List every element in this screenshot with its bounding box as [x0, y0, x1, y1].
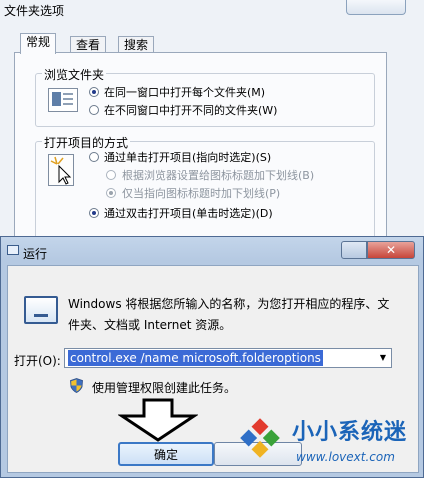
window-icon: [48, 88, 78, 112]
option-double-click-label: 通过双击打开项目(单击时选定)(D): [104, 207, 273, 220]
option-single-click-label: 通过单击打开项目(指向时选定)(S): [104, 151, 272, 164]
option-new-window-label: 在不同窗口中打开不同的文件夹(W): [104, 104, 278, 117]
close-icon: ✕: [385, 243, 397, 257]
ok-button[interactable]: 确定: [118, 442, 214, 466]
command-input[interactable]: control.exe /name microsoft.folderoption…: [68, 350, 323, 366]
tab-general[interactable]: 常规: [20, 33, 57, 54]
minimize-button[interactable]: [341, 241, 367, 259]
radio-underline-point[interactable]: [106, 188, 116, 198]
close-button[interactable]: [346, 0, 406, 15]
folder-options-title: 文件夹选项: [4, 4, 65, 18]
watermark-text: 小小系统迷: [292, 420, 408, 445]
run-icon: [24, 296, 58, 324]
tab-view[interactable]: 查看: [70, 36, 107, 53]
option-underline-browser-label: 根据浏览器设置给图标标题加下划线(B): [122, 169, 315, 182]
option-underline-point-label: 仅当指向图标标题时加下划线(P): [122, 187, 281, 200]
browse-folders-group: 浏览文件夹 在同一窗口中打开每个文件夹(M) 在不同窗口中打开不同的文件夹(W): [35, 66, 375, 127]
down-arrow-annotation-icon: [118, 398, 198, 442]
watermark-url: www.lovext.com: [296, 450, 395, 464]
chevron-down-icon[interactable]: ▼: [375, 349, 391, 367]
command-combobox[interactable]: control.exe /name microsoft.folderoption…: [64, 348, 392, 368]
admin-note: 使用管理权限创建此任务。: [92, 381, 237, 395]
tab-panel-general: 浏览文件夹 在同一窗口中打开每个文件夹(M) 在不同窗口中打开不同的文件夹(W)…: [14, 52, 387, 252]
option-same-window-label: 在同一窗口中打开每个文件夹(M): [104, 86, 266, 99]
radio-double-click[interactable]: [89, 208, 99, 218]
close-button[interactable]: ✕: [367, 241, 415, 259]
open-items-group: 打开项目的方式 通过单击打开项目(指向时选定)(S) 根据浏览器设置给图标标题加…: [35, 134, 375, 239]
radio-underline-browser[interactable]: [106, 170, 116, 180]
watermark: 小小系统迷 www.lovext.com: [232, 408, 422, 476]
open-label: 打开(O):: [14, 354, 61, 368]
radio-new-window[interactable]: [89, 105, 99, 115]
run-description: Windows 将根据您所输入的名称，为您打开相应的程序、文件夹、文档或 Int…: [68, 297, 390, 332]
tab-search[interactable]: 搜索: [118, 36, 155, 53]
pointer-click-icon: [48, 154, 74, 186]
uac-shield-icon: [70, 378, 83, 393]
folder-options-window: 文件夹选项 常规 查看 搜索 浏览文件夹 在同一窗口中打开每个文件夹(M) 在不…: [0, 0, 424, 252]
browse-folders-title: 浏览文件夹: [42, 66, 107, 83]
radio-single-click[interactable]: [89, 152, 99, 162]
run-title-icon: [7, 245, 19, 255]
run-dialog-title: 运行: [23, 247, 48, 261]
watermark-logo-icon: [240, 418, 280, 458]
radio-same-window[interactable]: [89, 87, 99, 97]
